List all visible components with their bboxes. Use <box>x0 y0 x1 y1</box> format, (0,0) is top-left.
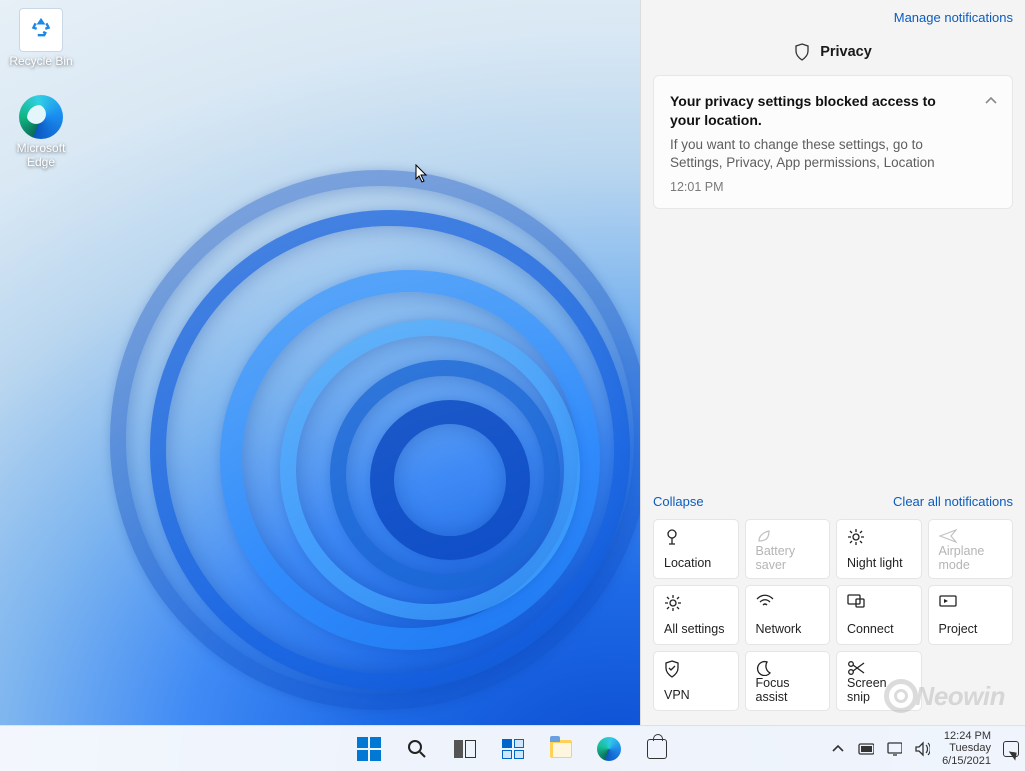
shield-check-icon <box>664 660 728 678</box>
edge-icon <box>597 737 621 761</box>
qa-label: Focus assist <box>756 676 820 704</box>
qa-label: All settings <box>664 622 728 636</box>
system-tray: 12:24 PM Tuesday 6/15/2021 <box>830 726 1019 771</box>
chevron-up-icon <box>832 743 844 755</box>
edge-icon <box>19 95 63 139</box>
store-button[interactable] <box>636 728 678 770</box>
cursor-icon <box>415 164 431 184</box>
gear-icon <box>664 594 728 612</box>
tray-day: Tuesday <box>942 742 991 755</box>
qa-label: Night light <box>847 556 911 570</box>
qa-airplane-mode[interactable]: Airplane mode <box>928 519 1014 579</box>
leaf-icon <box>756 528 820 544</box>
qa-vpn[interactable]: VPN <box>653 651 739 711</box>
search-icon <box>406 738 428 760</box>
collapse-link[interactable]: Collapse <box>653 494 704 509</box>
battery-icon[interactable] <box>858 741 874 757</box>
network-tray-icon[interactable] <box>886 741 902 757</box>
qa-all-settings[interactable]: All settings <box>653 585 739 645</box>
manage-notifications-link[interactable]: Manage notifications <box>894 10 1013 25</box>
start-button[interactable] <box>348 728 390 770</box>
qa-night-light[interactable]: Night light <box>836 519 922 579</box>
clear-all-link[interactable]: Clear all notifications <box>893 494 1013 509</box>
qa-label: Network <box>756 622 820 636</box>
notification-card[interactable]: Your privacy settings blocked access to … <box>653 75 1013 209</box>
desktop-icon-edge[interactable]: Microsoft Edge <box>5 95 77 169</box>
qa-label: Airplane mode <box>939 544 1003 572</box>
store-icon <box>647 739 667 759</box>
scissors-icon <box>847 660 911 676</box>
folder-icon <box>550 740 572 758</box>
notification-title: Your privacy settings blocked access to … <box>670 92 968 130</box>
shield-icon <box>794 43 810 61</box>
task-view-button[interactable] <box>444 728 486 770</box>
search-button[interactable] <box>396 728 438 770</box>
qa-focus-assist[interactable]: Focus assist <box>745 651 831 711</box>
notification-group-header: Privacy <box>653 43 1013 61</box>
widgets-icon <box>502 739 524 759</box>
tray-time: 12:24 PM <box>942 730 991 743</box>
notification-icon <box>1003 741 1019 757</box>
qa-label: Connect <box>847 622 911 636</box>
moon-icon <box>756 660 820 676</box>
location-icon <box>664 528 728 546</box>
action-center-panel: Manage notifications Privacy Your privac… <box>640 0 1025 725</box>
taskbar: 12:24 PM Tuesday 6/15/2021 <box>0 725 1025 771</box>
recycle-bin-icon <box>19 8 63 52</box>
widgets-button[interactable] <box>492 728 534 770</box>
qa-screen-snip[interactable]: Screen snip <box>836 651 922 711</box>
qa-battery-saver[interactable]: Battery saver <box>745 519 831 579</box>
task-view-icon <box>454 740 476 758</box>
file-explorer-button[interactable] <box>540 728 582 770</box>
windows-logo-icon <box>357 737 381 761</box>
tray-datetime[interactable]: 12:24 PM Tuesday 6/15/2021 <box>942 730 991 768</box>
airplane-icon <box>939 528 1003 544</box>
desktop-icon-label: Recycle Bin <box>9 54 72 68</box>
qa-location[interactable]: Location <box>653 519 739 579</box>
desktop-icon-recycle-bin[interactable]: Recycle Bin <box>5 8 77 68</box>
notification-group-title: Privacy <box>820 44 872 60</box>
qa-label: VPN <box>664 688 728 702</box>
qa-label: Screen snip <box>847 676 911 704</box>
chevron-up-icon[interactable] <box>984 94 998 108</box>
tray-overflow-button[interactable] <box>830 741 846 757</box>
wifi-icon <box>756 594 820 612</box>
notifications-button[interactable] <box>1003 741 1019 757</box>
volume-icon[interactable] <box>914 741 930 757</box>
qa-label: Location <box>664 556 728 570</box>
connect-icon <box>847 594 911 612</box>
project-icon <box>939 594 1003 612</box>
qa-network[interactable]: Network <box>745 585 831 645</box>
qa-project[interactable]: Project <box>928 585 1014 645</box>
sun-icon <box>847 528 911 546</box>
edge-button[interactable] <box>588 728 630 770</box>
notification-time: 12:01 PM <box>670 180 968 194</box>
notification-body: If you want to change these settings, go… <box>670 136 968 172</box>
qa-connect[interactable]: Connect <box>836 585 922 645</box>
qa-label: Battery saver <box>756 544 820 572</box>
taskbar-pinned <box>348 728 678 770</box>
quick-actions-grid: Location Battery saver Night light Airpl… <box>653 519 1013 711</box>
desktop-icon-label: Microsoft Edge <box>17 141 66 169</box>
tray-date: 6/15/2021 <box>942 755 991 768</box>
qa-label: Project <box>939 622 1003 636</box>
wallpaper-bloom <box>90 130 710 750</box>
